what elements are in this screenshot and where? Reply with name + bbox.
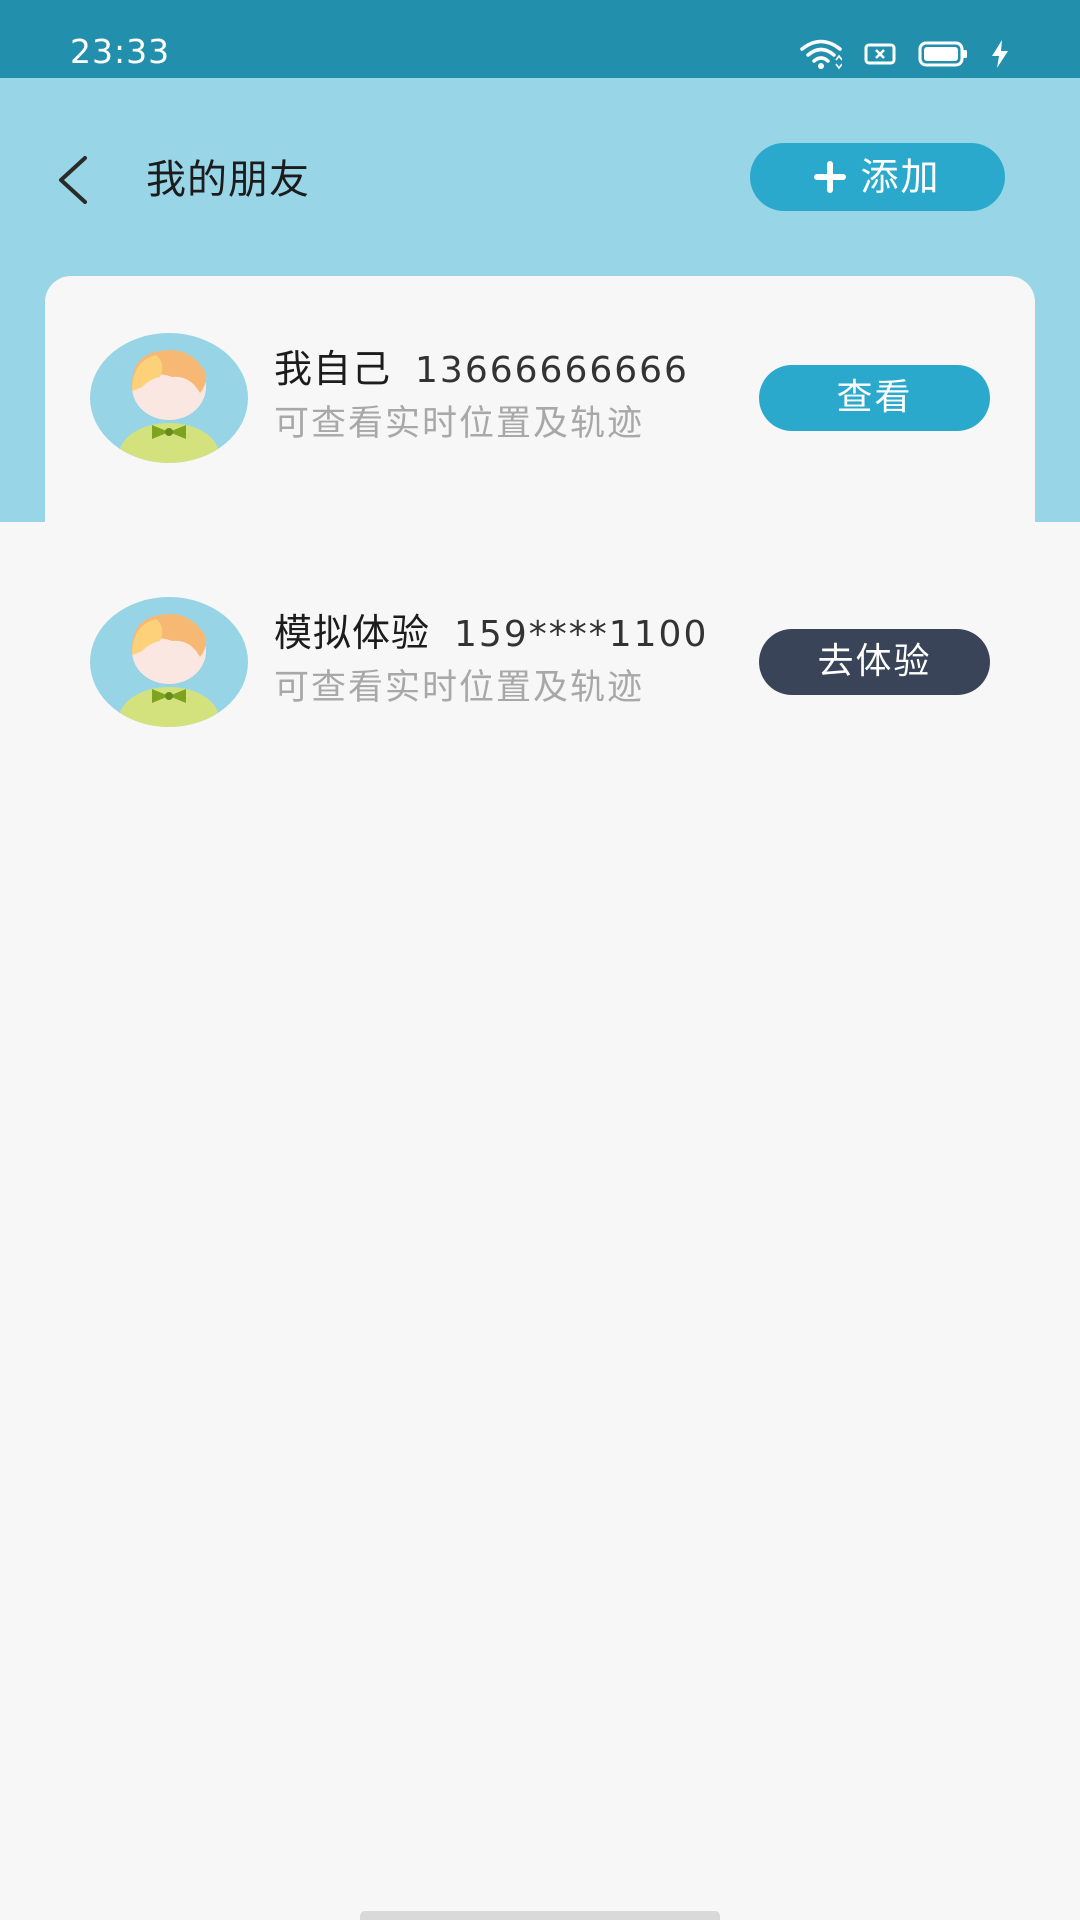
- friend-name-text: 我自己: [274, 347, 392, 391]
- sim-card-icon: [864, 43, 896, 65]
- chevron-left-icon: [59, 156, 87, 204]
- friend-name: 模拟体验 159****1100: [274, 609, 708, 659]
- friend-phone: 159****1100: [454, 614, 709, 655]
- battery-icon: [918, 41, 967, 67]
- charging-bolt-icon: [992, 40, 1008, 68]
- view-button[interactable]: 查看: [759, 365, 990, 431]
- friend-row[interactable]: 模拟体验 159****1100 可查看实时位置及轨迹 去体验: [90, 597, 990, 727]
- friend-name: 我自己 13666666666: [274, 345, 689, 395]
- boy-avatar-icon: [90, 597, 248, 727]
- page-title: 我的朋友: [146, 157, 310, 203]
- try-experience-button[interactable]: 去体验: [759, 629, 990, 695]
- friend-phone: 13666666666: [415, 350, 689, 391]
- plus-icon: [814, 161, 847, 193]
- add-friend-button[interactable]: 添加: [750, 143, 1005, 211]
- friend-name-text: 模拟体验: [274, 611, 431, 655]
- status-time: 23:33: [70, 32, 171, 71]
- status-bar: 23:33: [0, 0, 1080, 78]
- friend-row[interactable]: 我自己 13666666666 可查看实时位置及轨迹 查看: [90, 333, 990, 463]
- home-indicator[interactable]: [360, 1911, 720, 1920]
- add-button-label: 添加: [860, 155, 941, 199]
- friends-screen: 23:33 我的朋友 添加 我自己 13666666666 可查看实时位置及轨迹…: [0, 0, 1080, 1920]
- boy-avatar-icon: [90, 333, 248, 463]
- wifi-icon: [800, 39, 842, 70]
- friend-description: 可查看实时位置及轨迹: [274, 404, 645, 444]
- friend-description: 可查看实时位置及轨迹: [274, 668, 645, 708]
- back-button[interactable]: [44, 145, 102, 215]
- status-icons: [800, 38, 1010, 70]
